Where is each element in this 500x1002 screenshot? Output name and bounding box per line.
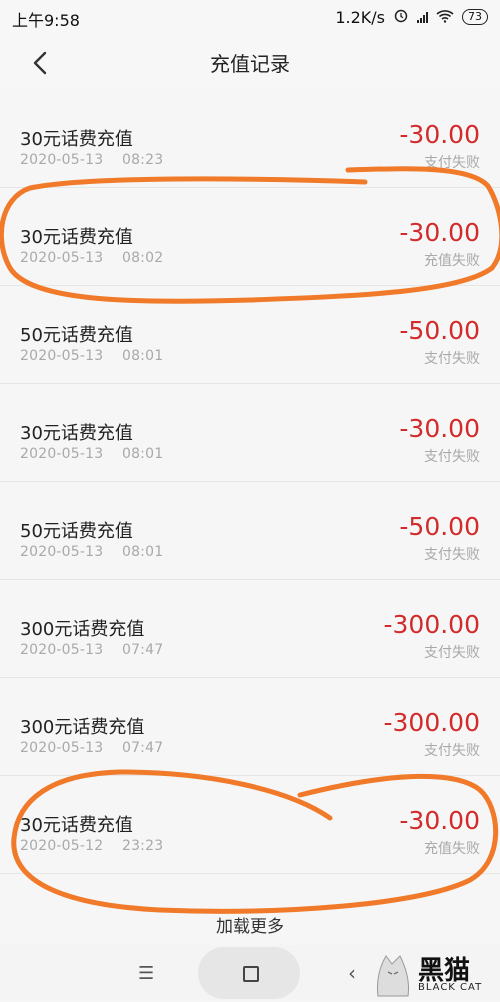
list-item[interactable]: 50元话费充值 2020-05-13 08:01 -50.00 支付失败: [0, 286, 500, 384]
list-item[interactable]: 30元话费充值 2020-05-13 08:01 -30.00 支付失败: [0, 384, 500, 482]
list-item[interactable]: 30元话费充值 2020-05-13 08:02 -30.00 充值失败: [0, 188, 500, 286]
record-date: 2020-05-13 08:02: [20, 250, 164, 266]
record-name: 300元话费充值: [20, 619, 145, 640]
recharge-record-list: 30元话费充值 2020-05-13 08:23 -30.00 支付失败 30元…: [0, 90, 500, 874]
record-amount: -50.00: [399, 316, 480, 345]
record-date: 2020-05-13 07:47: [20, 642, 164, 658]
record-amount: -300.00: [383, 610, 481, 639]
record-status: 支付失败: [424, 351, 480, 367]
record-status: 支付失败: [424, 449, 480, 465]
list-item[interactable]: 300元话费充值 2020-05-13 07:47 -300.00 支付失败: [0, 580, 500, 678]
status-bar: 上午9:58 1.2K/s 73: [0, 0, 500, 34]
status-indicators: 1.2K/s 73: [335, 7, 488, 27]
record-amount: -30.00: [399, 414, 480, 443]
record-date: 2020-05-13 08:23: [20, 152, 164, 168]
watermark-en: BLACK CAT: [418, 982, 483, 993]
watermark-logo: 黑猫 BLACK CAT: [372, 950, 494, 998]
load-more-button[interactable]: 加载更多: [0, 912, 500, 937]
home-icon: [243, 966, 259, 982]
page-title: 充值记录: [210, 52, 290, 76]
record-amount: -300.00: [383, 708, 481, 737]
signal-icon: [417, 11, 428, 23]
record-date: 2020-05-13 08:01: [20, 544, 164, 560]
record-date: 2020-05-13 08:01: [20, 446, 164, 462]
net-speed: 1.2K/s: [335, 7, 385, 27]
battery-icon: 73: [462, 9, 488, 25]
record-name: 50元话费充值: [20, 521, 133, 542]
record-status: 充值失败: [424, 253, 480, 269]
status-time: 上午9:58: [12, 11, 80, 30]
record-amount: -30.00: [399, 120, 480, 149]
list-item[interactable]: 30元话费充值 2020-05-12 23:23 -30.00 充值失败: [0, 776, 500, 874]
record-name: 30元话费充值: [20, 227, 133, 248]
menu-icon[interactable]: ☰: [138, 963, 154, 984]
list-item[interactable]: 50元话费充值 2020-05-13 08:01 -50.00 支付失败: [0, 482, 500, 580]
record-name: 30元话费充值: [20, 423, 133, 444]
record-date: 2020-05-13 07:47: [20, 740, 164, 756]
record-date: 2020-05-13 08:01: [20, 348, 164, 364]
back-icon[interactable]: ‹: [348, 961, 356, 985]
record-name: 30元话费充值: [20, 129, 133, 150]
list-item[interactable]: 300元话费充值 2020-05-13 07:47 -300.00 支付失败: [0, 678, 500, 776]
top-app-bar: 充值记录: [0, 34, 500, 91]
record-status: 支付失败: [424, 155, 480, 171]
record-status: 支付失败: [424, 645, 480, 661]
list-item[interactable]: 30元话费充值 2020-05-13 08:23 -30.00 支付失败: [0, 90, 500, 188]
home-button[interactable]: [198, 947, 300, 999]
record-date: 2020-05-12 23:23: [20, 838, 164, 854]
wifi-icon: [436, 8, 454, 27]
record-name: 30元话费充值: [20, 815, 133, 836]
record-status: 支付失败: [424, 743, 480, 759]
record-amount: -50.00: [399, 512, 480, 541]
record-name: 50元话费充值: [20, 325, 133, 346]
record-status: 支付失败: [424, 547, 480, 563]
cat-logo-icon: [372, 952, 414, 1002]
record-amount: -30.00: [399, 806, 480, 835]
record-amount: -30.00: [399, 218, 480, 247]
record-status: 充值失败: [424, 841, 480, 857]
alarm-icon: [393, 7, 409, 27]
record-name: 300元话费充值: [20, 717, 145, 738]
